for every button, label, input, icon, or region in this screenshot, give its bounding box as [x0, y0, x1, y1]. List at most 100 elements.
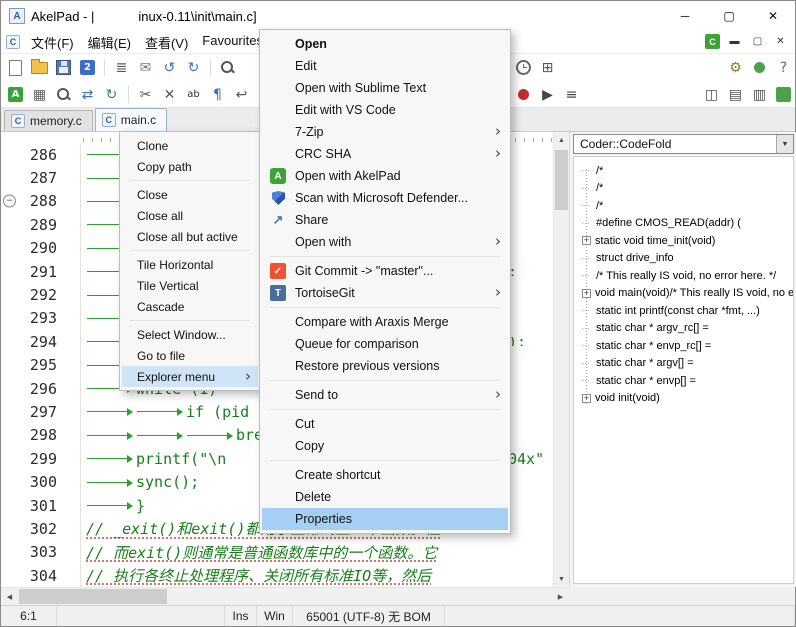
expand-plus-icon[interactable]: +	[582, 394, 591, 403]
code-content[interactable]: // 执行各终止处理程序、关闭所有标准IO等，然后	[81, 565, 553, 586]
tree-item-define-cmos-read-addr[interactable]: #define CMOS_READ(addr) (	[581, 215, 793, 233]
menubar-item-e[interactable]: 编辑(E)	[81, 30, 138, 55]
menu-item-edit-with-vs-code[interactable]: Edit with VS Code	[262, 99, 508, 121]
menu-item-queue-for-comparison[interactable]: Queue for comparison	[262, 333, 508, 355]
redo-button[interactable]: ↻	[183, 57, 204, 78]
close-button[interactable]: ✕	[751, 1, 795, 31]
tree-item-struct-drive-info[interactable]: struct drive_info	[581, 250, 793, 268]
undo-button[interactable]: ↺	[159, 57, 180, 78]
menu-item-close-all-but-active[interactable]: Close all but active	[122, 226, 258, 247]
scroll-down-icon[interactable]: ▼	[554, 571, 569, 587]
menu-item-clone[interactable]: Clone	[122, 135, 258, 156]
mail-send-button[interactable]: ✉	[135, 57, 156, 78]
tree-item-static-char-argv-rc[interactable]: static char * argv_rc[] =	[581, 320, 793, 338]
recent-files-button[interactable]	[513, 57, 534, 78]
menu-item-open-with-akelpad[interactable]: AOpen with AkelPad	[262, 165, 508, 187]
spell-check-button[interactable]: ab	[183, 84, 204, 105]
record-macro-button[interactable]	[513, 84, 534, 105]
menu-item-properties[interactable]: Properties	[262, 508, 508, 530]
combo-dropdown-button[interactable]: ▼	[776, 135, 793, 153]
expand-plus-icon[interactable]: +	[582, 236, 591, 245]
menu-item-copy-path[interactable]: Copy path	[122, 156, 258, 177]
tree-item-item[interactable]: /*	[581, 180, 793, 198]
menu-item-scan-with-microsoft-defender[interactable]: Scan with Microsoft Defender...	[262, 187, 508, 209]
tree-item-static-char-envp-rc[interactable]: static char * envp_rc[] =	[581, 337, 793, 355]
menu-item-7-zip[interactable]: 7-Zip›	[262, 121, 508, 143]
menu-item-close-all[interactable]: Close all	[122, 205, 258, 226]
tree-item-item[interactable]: /*	[581, 197, 793, 215]
menu-item-open-with[interactable]: Open with›	[262, 231, 508, 253]
menu-item-restore-previous-versions[interactable]: Restore previous versions	[262, 355, 508, 377]
find-button[interactable]	[217, 57, 238, 78]
menu-item-tile-vertical[interactable]: Tile Vertical	[122, 275, 258, 296]
tree-item-static-char-argv[interactable]: static char * argv[] =	[581, 355, 793, 373]
tree-item-static-void-time-init-void[interactable]: +static void time_init(void)	[581, 232, 793, 250]
scroll-up-icon[interactable]: ▲	[554, 132, 569, 148]
char-insert-button[interactable]: ⊞	[537, 57, 558, 78]
menu-item-edit[interactable]: Edit	[262, 55, 508, 77]
menu-item-compare-with-araxis-merge[interactable]: Compare with Araxis Merge	[262, 311, 508, 333]
expand-plus-icon[interactable]: +	[582, 289, 591, 298]
menu-item-select-window[interactable]: Select Window...	[122, 324, 258, 345]
maximize-button[interactable]: ▢	[707, 1, 751, 31]
tree-item-static-char-envp[interactable]: static char * envp[] =	[581, 372, 793, 390]
menu-item-copy[interactable]: Copy	[262, 435, 508, 457]
fold-marker-icon[interactable]: −	[3, 195, 16, 208]
plugin-selector-combo[interactable]: Coder::CodeFold ▼	[573, 134, 794, 154]
new-file-button[interactable]	[5, 57, 26, 78]
window-2-button[interactable]: 2	[77, 57, 98, 78]
show-symbols-button[interactable]: ¶	[207, 84, 228, 105]
delete-text-button[interactable]: ✕	[159, 84, 180, 105]
keyboard-button[interactable]: ▦	[29, 84, 50, 105]
menu-item-crc-sha[interactable]: CRC SHA›	[262, 143, 508, 165]
menu-item-git-commit-master[interactable]: ✓Git Commit -> "master"...	[262, 260, 508, 282]
tree-item-void-main-void-this-really-is-[interactable]: +void main(void)/* This really IS void, …	[581, 285, 793, 303]
mdi-doc-icon[interactable]: C	[705, 34, 720, 49]
color-theme-button[interactable]	[773, 84, 794, 105]
find-replace-button[interactable]	[53, 84, 74, 105]
minimize-button[interactable]: ─	[663, 1, 707, 31]
vertical-scrollbar[interactable]: ▲ ▼	[553, 132, 569, 587]
replace-all-button[interactable]: ⇄	[77, 84, 98, 105]
horizontal-scroll-thumb[interactable]	[19, 589, 167, 604]
mdi-restore-button[interactable]: ▢	[749, 33, 766, 50]
plugins-button[interactable]	[749, 57, 770, 78]
menu-item-go-to-file[interactable]: Go to file	[122, 345, 258, 366]
menu-item-delete[interactable]: Delete	[262, 486, 508, 508]
code-content[interactable]: // 而exit()则通常是普通函数库中的一个函数。它	[81, 542, 553, 563]
scroll-right-icon[interactable]: ▶	[552, 588, 569, 605]
print-button[interactable]: ≣	[111, 57, 132, 78]
tree-item-void-init-void[interactable]: +void init(void)	[581, 390, 793, 408]
cut-button[interactable]: ✂	[135, 84, 156, 105]
menu-item-close[interactable]: Close	[122, 184, 258, 205]
menu-item-share[interactable]: ↗Share	[262, 209, 508, 231]
tab-main-c[interactable]: Cmain.c	[95, 108, 167, 131]
tree-item-static-int-printf-const-char-f[interactable]: static int printf(const char *fmt, ...)	[581, 302, 793, 320]
help-button[interactable]: ?	[773, 57, 794, 78]
menu-item-create-shortcut[interactable]: Create shortcut	[262, 464, 508, 486]
menu-item-tile-horizontal[interactable]: Tile Horizontal	[122, 254, 258, 275]
word-wrap-button[interactable]: ↩	[231, 84, 252, 105]
save-file-button[interactable]	[53, 57, 74, 78]
menubar-item-f[interactable]: 文件(F)	[24, 30, 81, 55]
menu-item-cascade[interactable]: Cascade	[122, 296, 258, 317]
title-bar[interactable]: A AkelPad - | inux-0.11\init\main.c] ─ ▢…	[1, 1, 795, 31]
macro-list-button[interactable]: ≡	[561, 84, 582, 105]
horizontal-scrollbar[interactable]: ◀ ▶	[1, 587, 569, 605]
menubar-item-v[interactable]: 查看(V)	[138, 30, 195, 55]
tree-item-item[interactable]: /*	[581, 162, 793, 180]
file-list-button[interactable]: ▤	[725, 84, 746, 105]
mdi-close-button[interactable]: ✕	[772, 33, 789, 50]
tree-item-this-really-is-void-no-error-h[interactable]: /* This really IS void, no error here. *…	[581, 267, 793, 285]
mdi-minimize-button[interactable]: ▬	[726, 33, 743, 50]
menu-item-explorer-menu[interactable]: Explorer menu›	[122, 366, 258, 387]
settings-button[interactable]: ⚙	[725, 57, 746, 78]
scroll-left-icon[interactable]: ◀	[1, 588, 18, 605]
panel-toggle-button[interactable]: ▥	[749, 84, 770, 105]
menu-item-cut[interactable]: Cut	[262, 413, 508, 435]
menu-item-tortoisegit[interactable]: TTortoiseGit›	[262, 282, 508, 304]
split-view-button[interactable]: ◫	[701, 84, 722, 105]
menu-item-send-to[interactable]: Send to›	[262, 384, 508, 406]
akelpad-logo-button[interactable]: A	[5, 84, 26, 105]
tab-memory-c[interactable]: Cmemory.c	[4, 110, 93, 131]
